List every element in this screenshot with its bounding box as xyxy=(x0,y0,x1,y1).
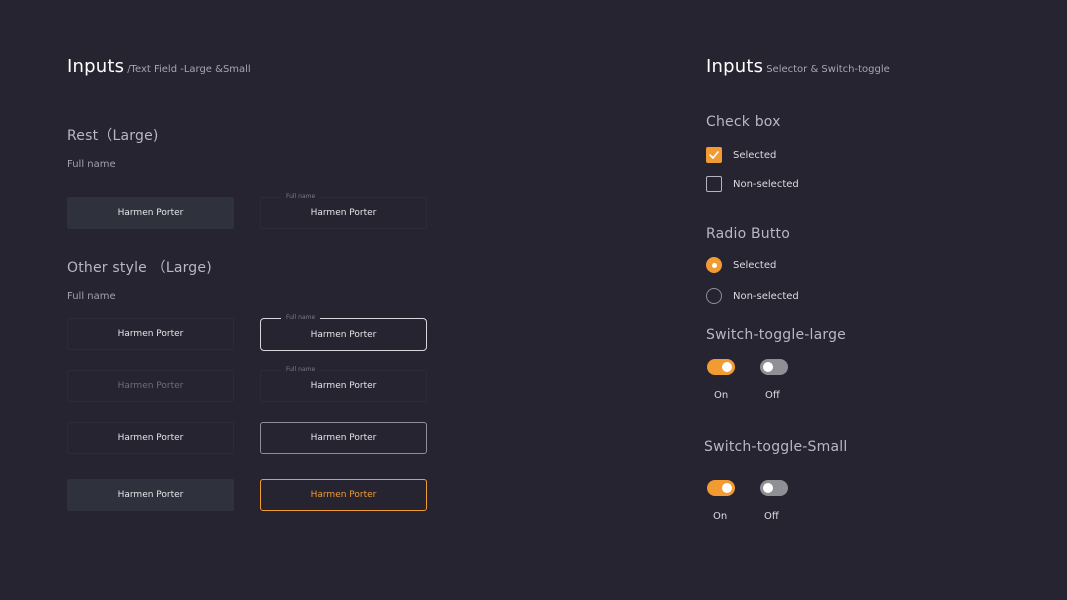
left-subtitle: /Text Field -Large &Small xyxy=(127,64,251,75)
field-value: Harmen Porter xyxy=(310,208,377,218)
rest-filled-field[interactable]: Harmen Porter xyxy=(67,197,234,229)
field-value: Harmen Porter xyxy=(310,381,377,391)
radio-selected[interactable]: Selected xyxy=(706,257,776,273)
radio-dot-icon xyxy=(711,262,717,268)
checkbox-non-selected[interactable]: Non-selected xyxy=(706,176,799,192)
other-floating-field[interactable]: Full name Harmen Porter xyxy=(260,365,427,402)
switch-knob xyxy=(722,483,732,493)
radio-unchecked[interactable] xyxy=(706,288,722,304)
other-active-field[interactable]: Harmen Porter xyxy=(260,479,427,511)
switch-large-heading: Switch-toggle-large xyxy=(706,327,846,343)
switch-large-off-label: Off xyxy=(765,390,780,401)
switch-small-off-label: Off xyxy=(764,511,779,522)
radio-non-selected-label: Non-selected xyxy=(733,290,799,302)
other-style-heading: Other style （Large) xyxy=(67,260,212,276)
switch-large-on-label: On xyxy=(714,390,729,401)
rest-field-label: Full name xyxy=(67,159,116,170)
other-filled-field[interactable]: Harmen Porter xyxy=(67,479,234,511)
checkbox-selected-label: Selected xyxy=(733,149,777,161)
right-header: Inputs Selector & Switch-toggle xyxy=(706,56,890,77)
switch-knob xyxy=(722,362,732,372)
field-value: Harmen Porter xyxy=(310,329,377,340)
other-disabled-field[interactable]: Harmen Porter xyxy=(67,370,234,402)
field-value: Harmen Porter xyxy=(117,208,184,218)
rest-floating-field[interactable]: Full name Harmen Porter xyxy=(260,192,427,229)
switch-small-on[interactable] xyxy=(707,480,735,496)
floating-label: Full name xyxy=(281,192,321,202)
field-value: Harmen Porter xyxy=(117,381,184,391)
radio-non-selected[interactable]: Non-selected xyxy=(706,288,799,304)
field-value: Harmen Porter xyxy=(117,329,184,339)
floating-label: Full name xyxy=(281,365,321,375)
field-value: Harmen Porter xyxy=(117,433,184,443)
checkbox-selected[interactable]: Selected xyxy=(706,147,776,163)
right-subtitle: Selector & Switch-toggle xyxy=(766,64,890,75)
other-ghost-field[interactable]: Harmen Porter xyxy=(67,318,234,350)
checkbox-non-selected-label: Non-selected xyxy=(733,178,799,190)
rest-heading: Rest（Large) xyxy=(67,128,159,144)
other-field-label: Full name xyxy=(67,291,116,302)
radio-heading: Radio Butto xyxy=(706,226,791,242)
switch-small-off[interactable] xyxy=(760,480,788,496)
switch-large-on[interactable] xyxy=(707,359,735,375)
other-focused-field[interactable]: Full name Harmen Porter xyxy=(260,313,427,351)
checkbox-heading: Check box xyxy=(706,114,781,130)
switch-small-on-label: On xyxy=(713,511,728,522)
checkbox-checked[interactable] xyxy=(706,147,722,163)
radio-selected-label: Selected xyxy=(733,259,777,271)
switch-knob xyxy=(763,362,773,372)
floating-label: Full name xyxy=(281,313,321,323)
other-ghost-field-2[interactable]: Harmen Porter xyxy=(67,422,234,454)
switch-knob xyxy=(763,483,773,493)
other-outlined-field[interactable]: Harmen Porter xyxy=(260,422,427,454)
field-value: Harmen Porter xyxy=(117,490,184,500)
check-icon xyxy=(709,151,719,159)
field-value: Harmen Porter xyxy=(310,490,377,500)
left-title: Inputs xyxy=(67,56,125,77)
field-value: Harmen Porter xyxy=(310,433,377,443)
switch-large-off[interactable] xyxy=(760,359,788,375)
checkbox-unchecked[interactable] xyxy=(706,176,722,192)
radio-checked[interactable] xyxy=(706,257,722,273)
right-title: Inputs xyxy=(706,56,764,77)
design-sheet: Inputs/Text Field -Large &Small Rest（Lar… xyxy=(0,0,1067,600)
left-header: Inputs/Text Field -Large &Small xyxy=(67,56,251,77)
switch-small-heading: Switch-toggle-Small xyxy=(704,439,848,455)
